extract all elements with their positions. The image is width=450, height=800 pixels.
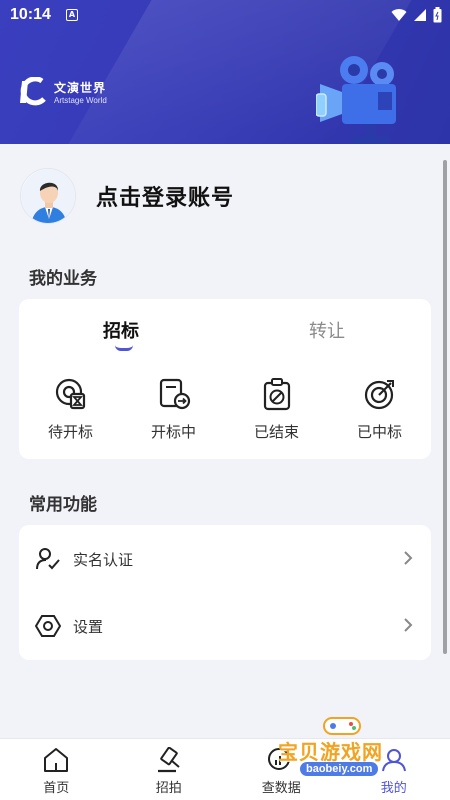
signal-icon	[414, 9, 426, 21]
user-check-icon	[36, 548, 60, 570]
settings-row[interactable]: 设置	[19, 593, 431, 659]
target-icon	[364, 380, 394, 410]
status-time: 10:14	[10, 6, 51, 23]
status-pending-open[interactable]: 待开标	[19, 377, 122, 442]
status-label: 已结束	[253, 423, 299, 441]
header-banner: 10:14 A 文演世界 Artstage World	[0, 0, 450, 144]
status-label: 已中标	[356, 423, 402, 441]
notification-a-icon: A	[66, 9, 78, 21]
status-label: 待开标	[47, 423, 93, 441]
status-ended[interactable]: 已结束	[225, 377, 328, 442]
business-card: 招标 转让 待开标 开标中 已结束 已中标	[19, 299, 431, 459]
watermark-url: baobeiy.com	[300, 762, 379, 776]
functions-section-title: 常用功能	[29, 495, 97, 515]
gamepad-icon	[323, 717, 361, 735]
scrollbar[interactable]	[443, 160, 447, 654]
chevron-right-icon	[404, 551, 413, 565]
nav-home[interactable]: 首页	[0, 739, 113, 800]
nav-auction[interactable]: 招拍	[113, 739, 226, 800]
clipboard-slash-icon	[263, 378, 290, 411]
brand-name-en: Artstage World	[54, 96, 107, 105]
film-camera-icon	[316, 56, 396, 144]
login-profile[interactable]: 点击登录账号	[20, 168, 234, 224]
avatar[interactable]	[20, 168, 76, 224]
wifi-icon	[391, 9, 407, 21]
hourglass-icon	[55, 378, 85, 410]
business-section-title: 我的业务	[29, 269, 97, 289]
settings-label: 设置	[73, 617, 104, 636]
tab-transfer[interactable]: 转让	[287, 317, 367, 343]
watermark: 宝贝游戏网 baobeiy.com	[272, 712, 432, 788]
tab-bidding[interactable]: 招标	[81, 317, 161, 343]
logo-mark-icon	[20, 77, 46, 106]
brand-name-cn: 文演世界	[54, 81, 107, 95]
status-bar: 10:14 A	[0, 0, 450, 32]
status-won[interactable]: 已中标	[328, 377, 431, 442]
watermark-text: 宝贝游戏网	[278, 740, 383, 764]
chevron-right-icon	[404, 618, 413, 632]
real-name-auth-label: 实名认证	[73, 550, 134, 569]
document-arrow-icon	[159, 378, 190, 410]
user-avatar-icon	[21, 169, 75, 223]
brand-logo: 文演世界 Artstage World	[18, 77, 107, 107]
home-icon	[44, 748, 69, 772]
gavel-icon	[157, 747, 180, 773]
business-status-items: 待开标 开标中 已结束 已中标	[19, 377, 431, 442]
nav-auction-label: 招拍	[155, 781, 182, 796]
status-opening[interactable]: 开标中	[122, 377, 225, 442]
functions-card: 实名认证 设置	[19, 525, 431, 660]
battery-icon	[433, 7, 442, 23]
login-prompt[interactable]: 点击登录账号	[96, 180, 234, 212]
status-label: 开标中	[150, 423, 196, 441]
gear-icon	[35, 615, 61, 637]
real-name-auth-row[interactable]: 实名认证	[19, 526, 431, 592]
main-content: 点击登录账号 我的业务 招标 转让 待开标 开标中 已结束 已中标 常用功能 实…	[0, 144, 450, 738]
business-tabs: 招标 转让	[19, 317, 431, 347]
active-tab-indicator	[115, 345, 133, 351]
nav-home-label: 首页	[43, 781, 70, 796]
